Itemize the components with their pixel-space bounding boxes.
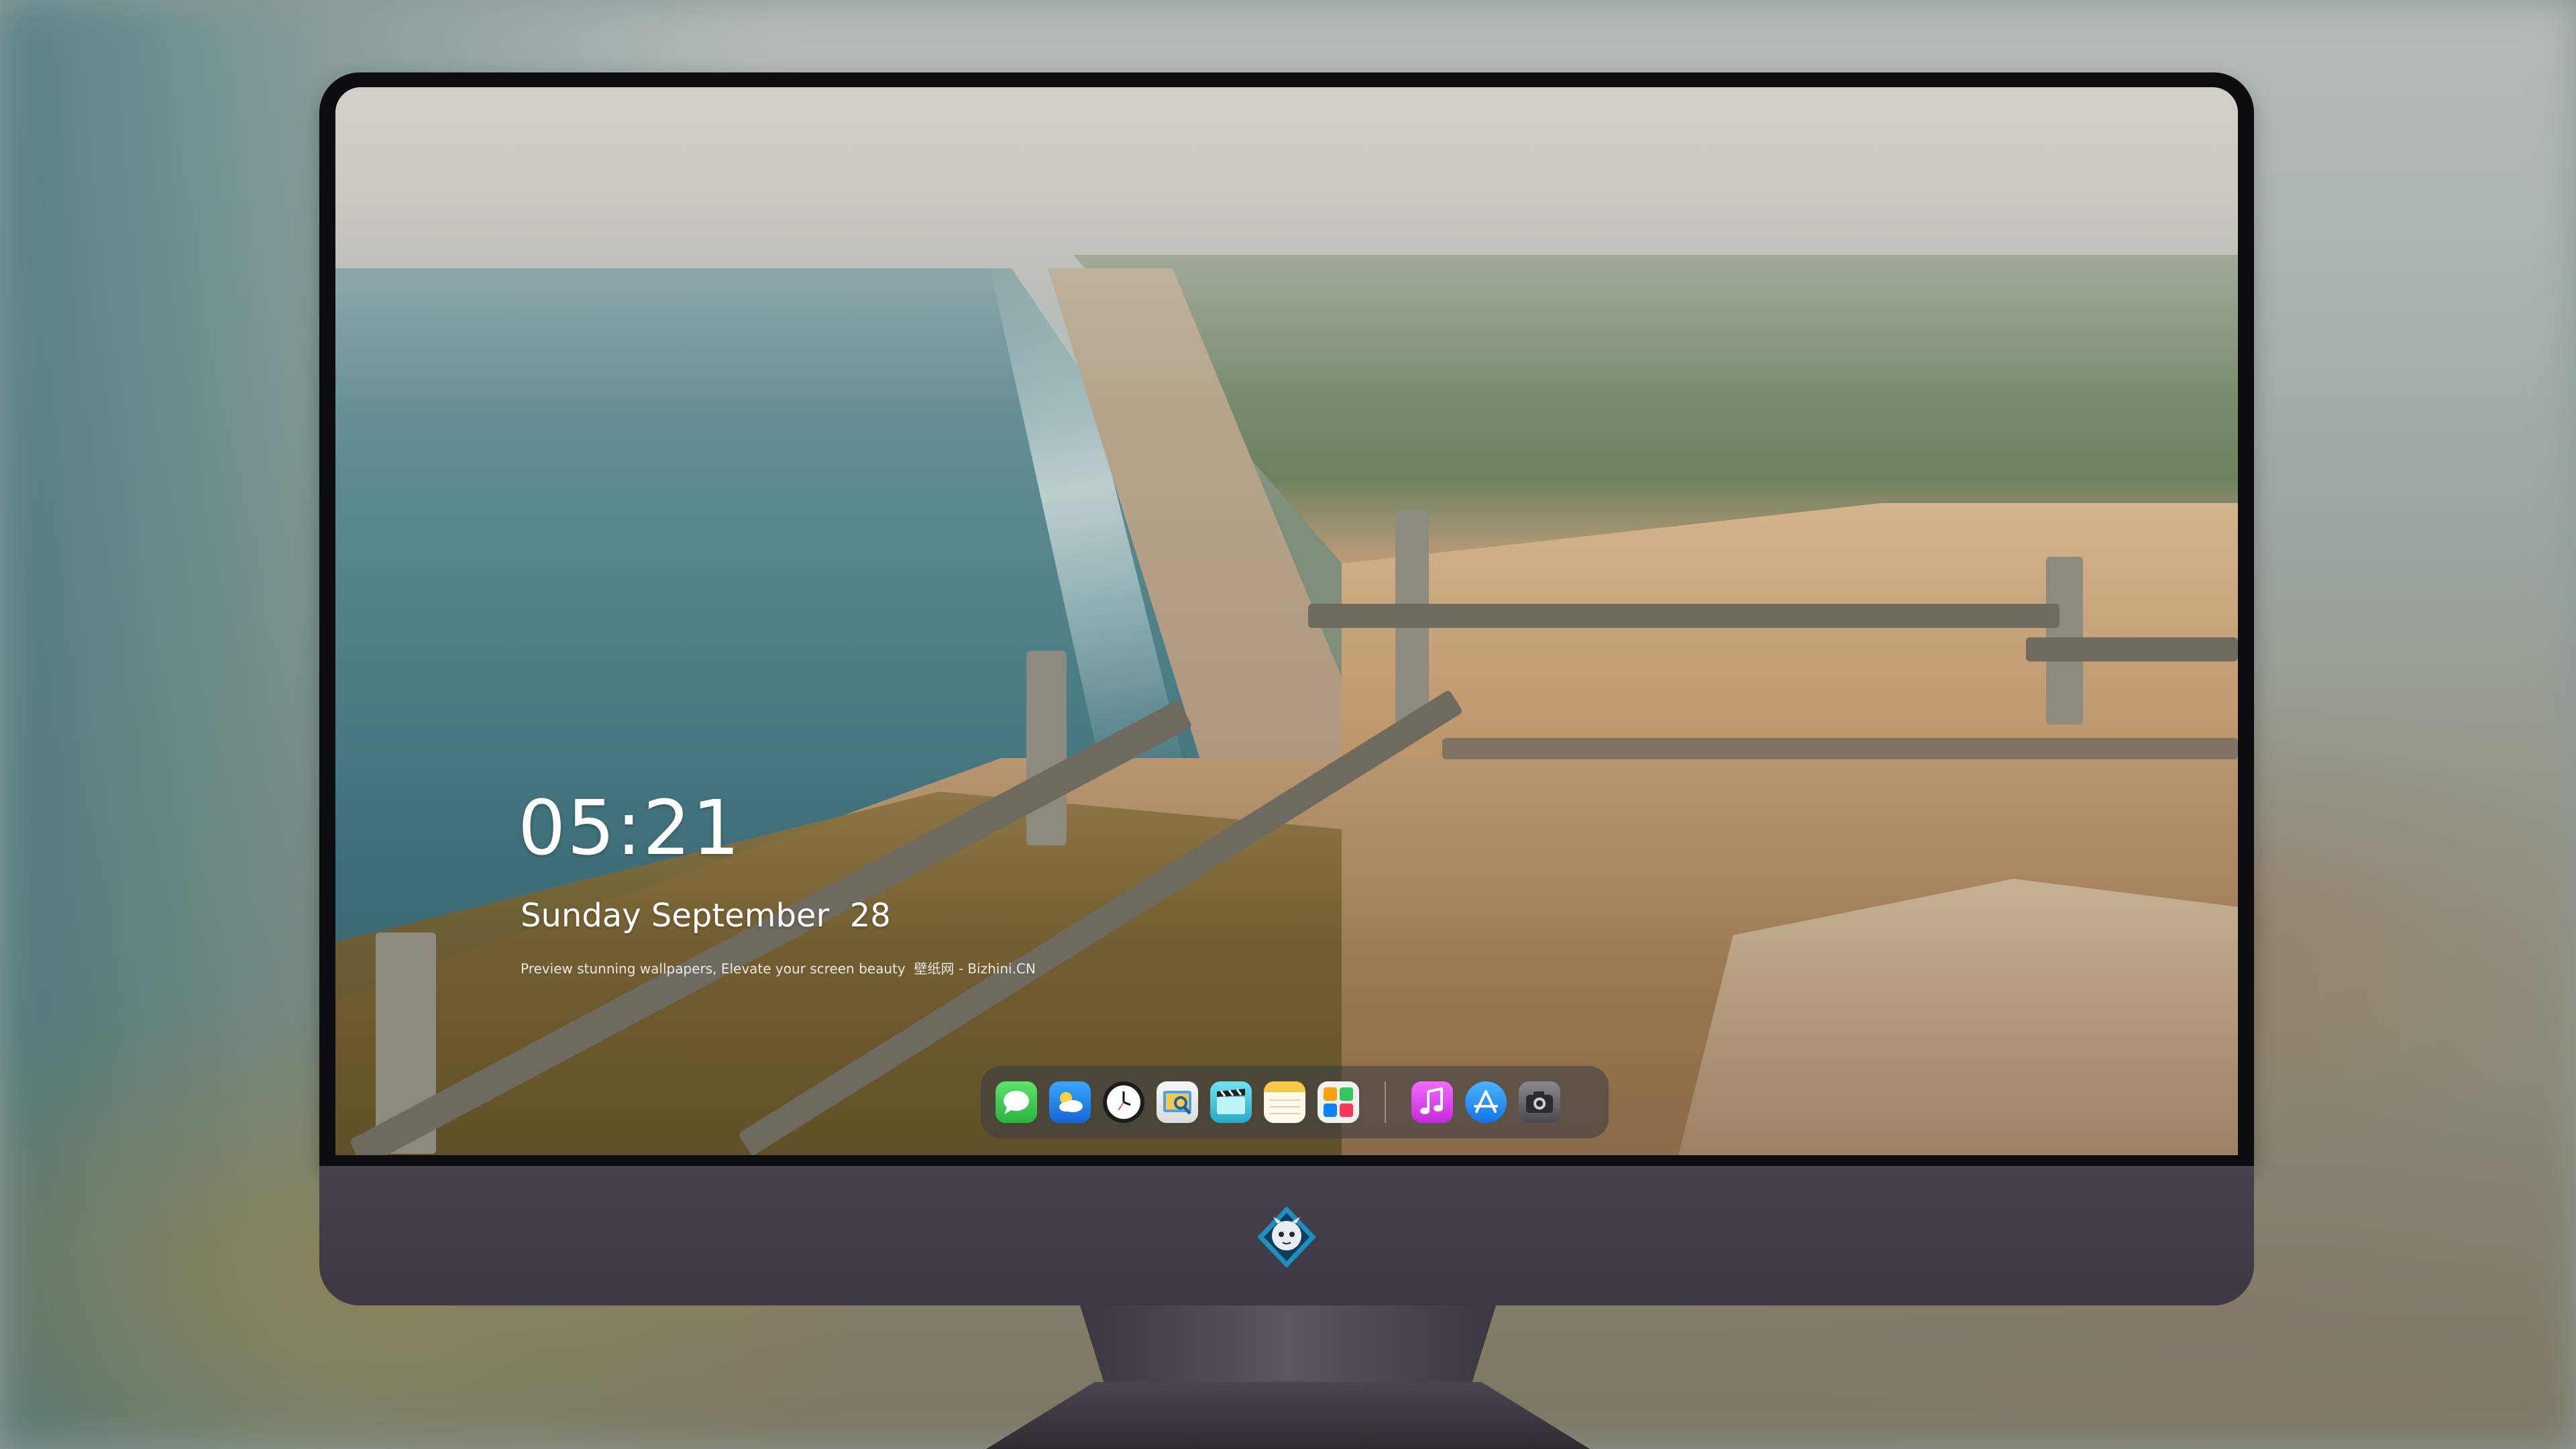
- monitor-bezel: 05:21 Sunday September 28 Preview stunni…: [319, 72, 2254, 1166]
- photos-folder-icon[interactable]: [1318, 1081, 1359, 1123]
- weather-icon[interactable]: [1049, 1081, 1091, 1123]
- app-store-icon[interactable]: [1465, 1081, 1507, 1123]
- screen: 05:21 Sunday September 28 Preview stunni…: [335, 87, 2238, 1155]
- preview-icon[interactable]: [1157, 1081, 1198, 1123]
- notes-icon[interactable]: [1264, 1081, 1305, 1123]
- final-cut-icon[interactable]: [1210, 1081, 1252, 1123]
- lock-screen-time: 05:21: [518, 785, 741, 872]
- mascot-logo-icon: [1253, 1203, 1320, 1271]
- camera-icon[interactable]: [1519, 1081, 1560, 1123]
- messages-icon[interactable]: [996, 1081, 1037, 1123]
- desktop-stage: 05:21 Sunday September 28 Preview stunni…: [0, 0, 2576, 1449]
- wallpaper-haze: [335, 87, 2238, 1155]
- clock-icon[interactable]: [1103, 1081, 1144, 1123]
- lock-screen-tagline: Preview stunning wallpapers, Elevate you…: [521, 961, 1036, 977]
- monitor-chin: [319, 1166, 2254, 1305]
- lock-screen-date: Sunday September 28: [521, 897, 891, 934]
- monitor-stand-neck: [1080, 1305, 1496, 1386]
- dock: [981, 1066, 1609, 1138]
- music-icon[interactable]: [1411, 1081, 1453, 1123]
- dock-separator: [1385, 1081, 1386, 1123]
- monitor: 05:21 Sunday September 28 Preview stunni…: [319, 72, 2254, 1305]
